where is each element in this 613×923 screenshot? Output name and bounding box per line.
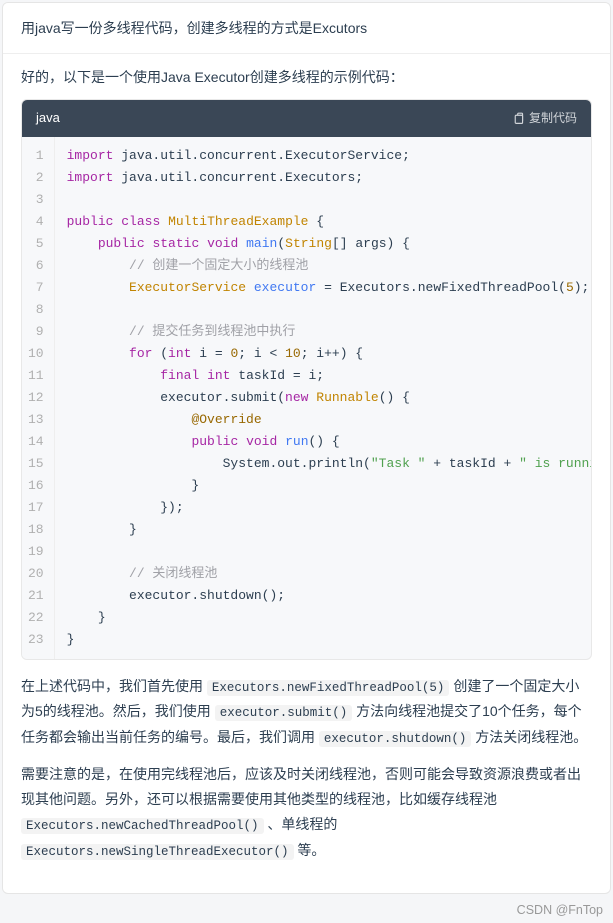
copy-code-button[interactable]: 复制代码	[512, 109, 577, 128]
code-lang-label: java	[36, 108, 60, 129]
page-footer: CSDN @FnTop	[0, 896, 613, 923]
code-line: public static void main(String[] args) {	[67, 233, 579, 255]
code-line: @Override	[67, 409, 579, 431]
code-line: for (int i = 0; i < 10; i++) {	[67, 343, 579, 365]
line-number: 16	[28, 475, 44, 497]
code-line: System.out.println("Task " + taskId + " …	[67, 453, 579, 475]
explanation-paragraph-1: 在上述代码中，我们首先使用 Executors.newFixedThreadPo…	[21, 674, 592, 751]
code-body: 1234567891011121314151617181920212223 im…	[22, 137, 591, 659]
code-line: }	[67, 475, 579, 497]
code-line: // 关闭线程池	[67, 563, 579, 585]
line-number: 23	[28, 629, 44, 651]
line-number: 8	[28, 299, 44, 321]
line-number: 11	[28, 365, 44, 387]
code-line	[67, 299, 579, 321]
line-gutter: 1234567891011121314151617181920212223	[22, 137, 55, 659]
inline-code: executor.submit()	[215, 705, 353, 721]
line-number: 13	[28, 409, 44, 431]
code-line: });	[67, 497, 579, 519]
line-number: 5	[28, 233, 44, 255]
line-number: 15	[28, 453, 44, 475]
code-line: // 提交任务到线程池中执行	[67, 321, 579, 343]
line-number: 1	[28, 145, 44, 167]
line-number: 6	[28, 255, 44, 277]
inline-code: executor.shutdown()	[319, 731, 472, 747]
copy-icon	[512, 112, 525, 125]
code-header: java 复制代码	[22, 100, 591, 137]
line-number: 17	[28, 497, 44, 519]
chat-card: 用java写一份多线程代码，创建多线程的方式是Excutors 好的，以下是一个…	[2, 2, 611, 894]
line-number: 2	[28, 167, 44, 189]
code-block: java 复制代码 123456789101112131415161718192…	[21, 99, 592, 660]
line-number: 10	[28, 343, 44, 365]
line-number: 3	[28, 189, 44, 211]
explanation-paragraph-2: 需要注意的是，在使用完线程池后，应该及时关闭线程池，否则可能会导致资源浪费或者出…	[21, 762, 592, 863]
code-line	[67, 189, 579, 211]
code-line: // 创建一个固定大小的线程池	[67, 255, 579, 277]
code-line: import java.util.concurrent.Executors;	[67, 167, 579, 189]
code-content[interactable]: import java.util.concurrent.ExecutorServ…	[55, 137, 591, 659]
code-line: final int taskId = i;	[67, 365, 579, 387]
inline-code: Executors.newSingleThreadExecutor()	[21, 844, 294, 860]
code-line: public void run() {	[67, 431, 579, 453]
prompt-text: 用java写一份多线程代码，创建多线程的方式是Excutors	[21, 20, 367, 36]
line-number: 22	[28, 607, 44, 629]
line-number: 7	[28, 277, 44, 299]
user-prompt: 用java写一份多线程代码，创建多线程的方式是Excutors	[3, 3, 610, 54]
line-number: 20	[28, 563, 44, 585]
line-number: 4	[28, 211, 44, 233]
copy-label: 复制代码	[529, 109, 577, 128]
line-number: 19	[28, 541, 44, 563]
assistant-response: 好的，以下是一个使用Java Executor创建多线程的示例代码： java …	[3, 54, 610, 893]
line-number: 12	[28, 387, 44, 409]
inline-code: Executors.newCachedThreadPool()	[21, 818, 264, 834]
inline-code: Executors.newFixedThreadPool(5)	[207, 680, 450, 696]
line-number: 14	[28, 431, 44, 453]
code-line: }	[67, 607, 579, 629]
line-number: 21	[28, 585, 44, 607]
response-intro: 好的，以下是一个使用Java Executor创建多线程的示例代码：	[21, 66, 592, 88]
code-line: executor.submit(new Runnable() {	[67, 387, 579, 409]
line-number: 18	[28, 519, 44, 541]
code-line: }	[67, 519, 579, 541]
code-line	[67, 541, 579, 563]
code-line: ExecutorService executor = Executors.new…	[67, 277, 579, 299]
line-number: 9	[28, 321, 44, 343]
code-line: }	[67, 629, 579, 651]
code-line: public class MultiThreadExample {	[67, 211, 579, 233]
code-line: import java.util.concurrent.ExecutorServ…	[67, 145, 579, 167]
code-line: executor.shutdown();	[67, 585, 579, 607]
